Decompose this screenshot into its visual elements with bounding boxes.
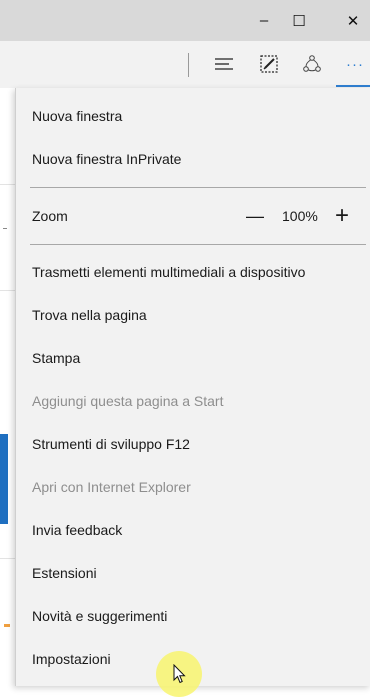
menu-item-label: Nuova finestra	[32, 108, 123, 124]
menu-item-pin-to-start: Aggiungi questa pagina a Start	[16, 381, 370, 421]
page-divider	[0, 184, 15, 185]
page-blue-block	[0, 434, 8, 524]
settings-more-menu: Nuova finestra Nuova finestra InPrivate …	[15, 88, 370, 686]
menu-item-developer-tools[interactable]: Strumenti di sviluppo F12	[16, 424, 370, 464]
menu-item-label: Impostazioni	[32, 651, 111, 667]
share-button[interactable]	[298, 52, 326, 76]
hub-button[interactable]	[210, 52, 238, 76]
menu-item-label: Nuova finestra InPrivate	[32, 151, 182, 167]
minimize-button[interactable]: –	[247, 0, 281, 41]
maximize-icon: ☐	[292, 12, 306, 30]
hub-icon	[215, 58, 233, 70]
menu-item-label: Invia feedback	[32, 522, 123, 538]
zoom-out-button[interactable]: —	[246, 196, 276, 236]
page-content-edge	[0, 88, 15, 686]
menu-item-tips[interactable]: Novità e suggerimenti	[16, 596, 370, 636]
zoom-level: 100%	[282, 208, 318, 224]
page-divider	[0, 558, 15, 559]
share-icon	[303, 55, 321, 72]
menu-item-label: Trasmetti elementi multimediali a dispos…	[32, 264, 306, 280]
maximize-button[interactable]: ☐	[282, 0, 316, 41]
menu-item-label: Strumenti di sviluppo F12	[32, 436, 190, 452]
menu-item-find-on-page[interactable]: Trova nella pagina	[16, 295, 370, 335]
minus-icon: —	[246, 205, 264, 226]
menu-item-label: Apri con Internet Explorer	[32, 479, 191, 495]
plus-icon: +	[335, 202, 350, 229]
web-note-button[interactable]	[255, 52, 283, 76]
menu-item-label: Stampa	[32, 350, 81, 366]
menu-item-label: Estensioni	[32, 565, 97, 581]
minimize-icon: –	[259, 12, 269, 29]
menu-item-print[interactable]: Stampa	[16, 338, 370, 378]
menu-item-new-inprivate-window[interactable]: Nuova finestra InPrivate	[16, 139, 370, 179]
menu-separator	[30, 187, 366, 188]
web-note-icon	[260, 55, 278, 73]
more-icon: ···	[346, 55, 364, 73]
menu-item-send-feedback[interactable]: Invia feedback	[16, 510, 370, 550]
menu-item-label: Trova nella pagina	[32, 307, 147, 323]
mouse-pointer-icon	[173, 664, 186, 684]
menu-item-label: Novità e suggerimenti	[32, 608, 168, 624]
close-button[interactable]: ✕	[336, 0, 370, 41]
page-divider	[0, 290, 15, 291]
more-button[interactable]: ···	[340, 52, 370, 76]
menu-item-open-with-ie: Apri con Internet Explorer	[16, 467, 370, 507]
zoom-in-button[interactable]: +	[335, 196, 359, 236]
toolbar-divider	[188, 53, 189, 77]
page-fragment	[4, 624, 10, 627]
menu-item-label: Aggiungi questa pagina a Start	[32, 393, 224, 409]
menu-item-new-window[interactable]: Nuova finestra	[16, 96, 370, 136]
close-icon: ✕	[346, 12, 360, 30]
menu-separator	[30, 244, 366, 245]
zoom-label: Zoom	[32, 208, 68, 224]
menu-item-zoom: Zoom — 100% +	[16, 196, 370, 236]
more-button-active-indicator	[336, 85, 370, 87]
menu-item-cast-media[interactable]: Trasmetti elementi multimediali a dispos…	[16, 252, 370, 292]
page-fragment	[3, 228, 7, 229]
menu-item-extensions[interactable]: Estensioni	[16, 553, 370, 593]
